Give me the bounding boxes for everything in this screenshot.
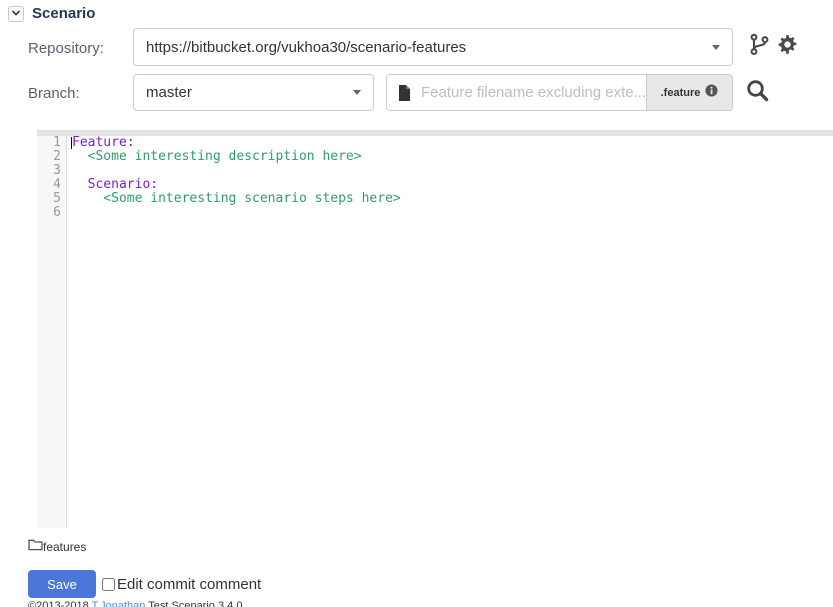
filename-group: .feature (386, 74, 733, 111)
app-version-text: Test Scenario 3.4.0 (148, 600, 242, 607)
line-number: 2 (37, 150, 61, 164)
search-icon[interactable] (743, 76, 771, 104)
git-fork-icon[interactable] (748, 33, 771, 56)
folder-icon (28, 538, 43, 556)
panel-header: Scenario (8, 5, 95, 22)
filename-input[interactable] (421, 75, 646, 110)
page-title: Scenario (32, 5, 95, 22)
copyright-text: ©2013-2018 (28, 600, 89, 607)
repository-label: Repository: (28, 40, 104, 57)
branch-label: Branch: (28, 85, 80, 102)
repo-toolbar (748, 33, 799, 56)
code-line (72, 164, 833, 178)
branch-value: master (146, 84, 345, 101)
line-number: 6 (37, 206, 61, 220)
branch-select[interactable]: master (133, 74, 374, 111)
caret-down-icon (712, 45, 720, 50)
text-cursor (71, 137, 72, 149)
chevron-down-icon (11, 5, 21, 23)
code-line: Scenario: (72, 178, 833, 192)
code-line: Feature: (72, 136, 833, 150)
code-line: <Some interesting scenario steps here> (72, 192, 833, 206)
editor-gutter: 1 2 3 4 5 6 (37, 136, 67, 528)
folder-path-link[interactable]: features (28, 538, 86, 556)
folder-name: features (43, 540, 86, 554)
editor-code-area[interactable]: Feature: <Some interesting description h… (67, 136, 833, 528)
code-line: <Some interesting description here> (72, 150, 833, 164)
filename-suffix-addon: .feature (646, 75, 732, 110)
collapse-button[interactable] (8, 6, 24, 22)
code-line (72, 206, 833, 220)
author-link[interactable]: T.Jonathan (92, 600, 146, 607)
edit-commit-label: Edit commit comment (117, 576, 261, 593)
gherkin-editor[interactable]: 1 2 3 4 5 6 Feature: <Some interesting d… (37, 130, 833, 528)
scenario-panel: Scenario Repository: https://bitbucket.o… (0, 0, 833, 607)
caret-down-icon (353, 90, 361, 95)
line-number: 3 (37, 164, 61, 178)
gear-icon[interactable] (776, 33, 799, 56)
repository-select[interactable]: https://bitbucket.org/vukhoa30/scenario-… (133, 28, 733, 66)
line-number: 4 (37, 178, 61, 192)
line-number: 5 (37, 192, 61, 206)
repository-value: https://bitbucket.org/vukhoa30/scenario-… (146, 39, 704, 56)
save-row: Save Edit commit comment (28, 570, 261, 598)
file-icon (387, 75, 421, 110)
info-icon[interactable] (705, 84, 718, 102)
filename-suffix: .feature (661, 87, 701, 99)
line-number: 1 (37, 136, 61, 150)
save-button[interactable]: Save (28, 570, 96, 598)
footer: ©2013-2018 T.Jonathan Test Scenario 3.4.… (28, 600, 242, 607)
edit-commit-checkbox[interactable] (102, 578, 115, 591)
